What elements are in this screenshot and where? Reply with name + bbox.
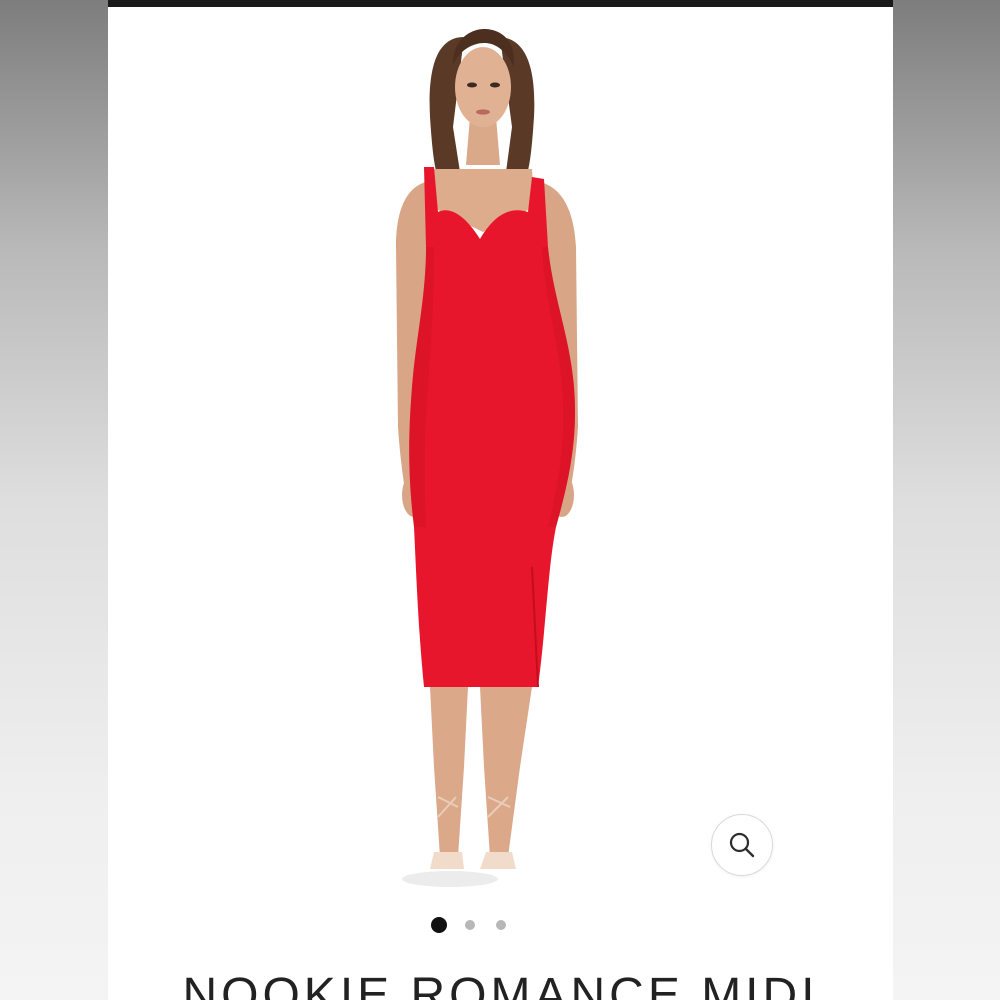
pager-dot-active[interactable] bbox=[431, 917, 447, 933]
top-bar bbox=[108, 0, 893, 7]
background-blur-right bbox=[893, 0, 1000, 1000]
pager-dot[interactable] bbox=[496, 920, 506, 930]
product-title: NOOKIE ROMANCE MIDI bbox=[182, 969, 819, 1000]
product-gallery[interactable] bbox=[108, 7, 893, 902]
product-page: NOOKIE ROMANCE MIDI bbox=[108, 0, 893, 1000]
pager-dot[interactable] bbox=[465, 920, 475, 930]
zoom-button[interactable] bbox=[711, 814, 773, 876]
background-blur-left bbox=[0, 0, 108, 1000]
magnifier-icon bbox=[729, 832, 755, 858]
product-image[interactable] bbox=[108, 7, 893, 902]
gallery-pager bbox=[108, 916, 893, 934]
